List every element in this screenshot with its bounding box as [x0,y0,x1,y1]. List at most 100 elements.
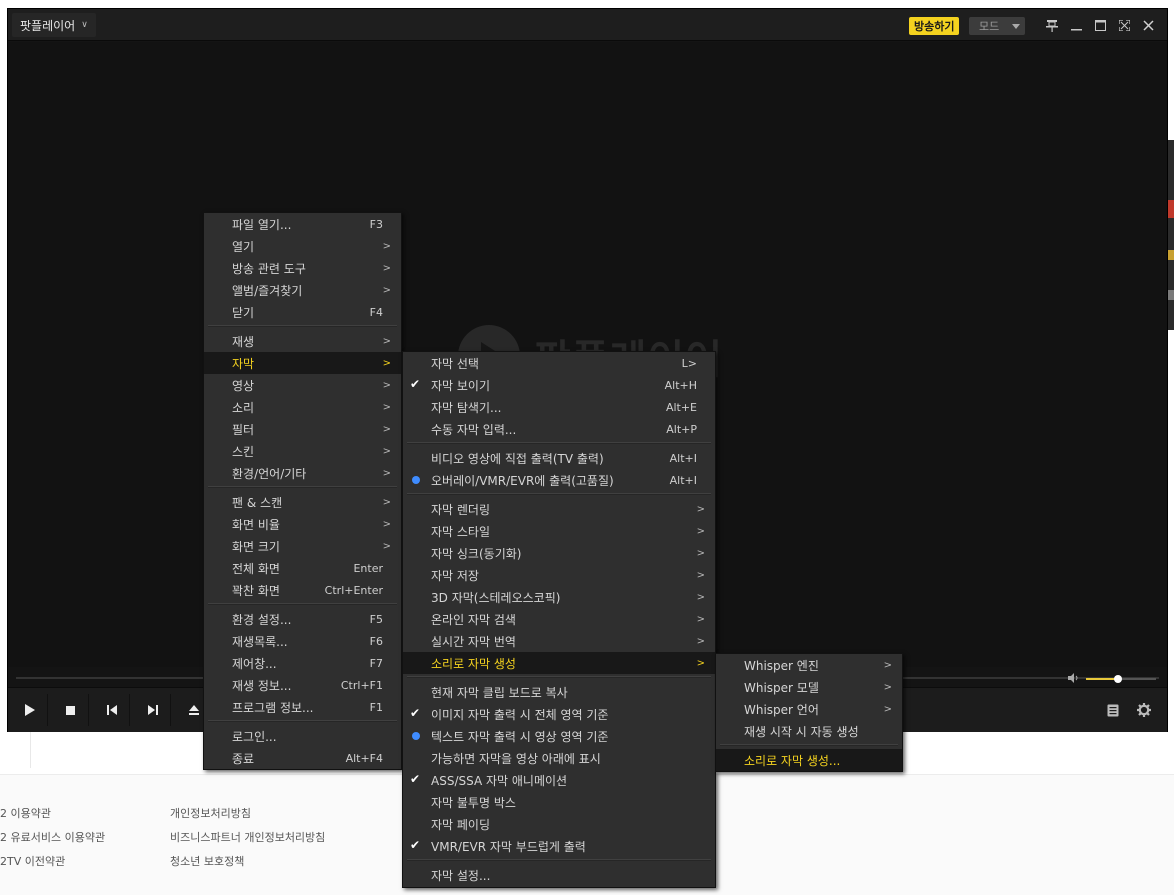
pin-icon[interactable] [1043,16,1061,34]
menu-item-skin[interactable]: 스킨 > [204,440,401,462]
close-icon[interactable] [1139,16,1157,34]
menu-separator [407,676,711,678]
background-divider [30,732,31,768]
volume-slider[interactable] [1086,675,1156,683]
menu-separator [208,325,397,327]
menu-item-control-panel[interactable]: 제어창... F7 [204,652,401,674]
menu-item-fullscreen[interactable]: 전체 화면 Enter [204,557,401,579]
menu-item-fill-screen[interactable]: 꽉찬 화면 Ctrl+Enter [204,579,401,601]
previous-button[interactable] [94,694,130,726]
menu-separator [208,720,397,722]
menu-separator [720,744,898,746]
menu-item-3d-subtitles[interactable]: 3D 자막(스테레오스코픽) > [403,586,715,608]
menu-item-text-subtitle-video-area[interactable]: 텍스트 자막 출력 시 영상 영역 기준 [403,725,715,747]
menu-item-manual-subtitle-input[interactable]: 수동 자막 입력... Alt+P [403,418,715,440]
chevron-down-icon: ∨ [81,20,88,30]
menu-item-show-below-video[interactable]: 가능하면 자막을 영상 아래에 표시 [403,747,715,769]
menu-item-aspect-ratio[interactable]: 화면 비율 > [204,513,401,535]
menu-item-subtitle-settings[interactable]: 자막 설정... [403,864,715,886]
menu-item-open[interactable]: 열기 > [204,235,401,257]
app-menu-button[interactable]: 팟플레이어 ∨ [12,13,96,37]
menu-item-subtitle-sync[interactable]: 자막 싱크(동기화) > [403,542,715,564]
menu-item-broadcast-tools[interactable]: 방송 관련 도구 > [204,257,401,279]
subtitle-submenu: 자막 선택 L> ✔ 자막 보이기 Alt+H 자막 탐색기... Alt+E 수동 자… [402,351,716,888]
menu-separator [208,603,397,605]
menu-item-subtitle-explorer[interactable]: 자막 탐색기... Alt+E [403,396,715,418]
menu-item-whisper-model[interactable]: Whisper 모델 > [716,676,902,698]
menu-item-preferences[interactable]: 환경 설정... F5 [204,608,401,630]
footer-link-paid-terms[interactable]: 2 유료서비스 이용약관 [0,829,105,845]
play-button[interactable] [12,694,48,726]
menu-item-subtitles[interactable]: 자막 > [204,352,401,374]
menu-item-whisper-engine[interactable]: Whisper 엔진 > [716,654,902,676]
menu-item-open-file[interactable]: 파일 열기... F3 [204,213,401,235]
mode-label: 모드 [979,20,1000,33]
next-button[interactable] [135,694,171,726]
footer-link-youth-policy[interactable]: 청소년 보호정책 [170,853,244,869]
menu-item-exit[interactable]: 종료 Alt+F4 [204,747,401,769]
menu-item-auto-generate-on-play[interactable]: 재생 시작 시 자동 생성 [716,720,902,742]
menu-separator [407,442,711,444]
checkmark-icon: ✔ [410,838,421,852]
menu-item-audio[interactable]: 소리 > [204,396,401,418]
menu-item-video[interactable]: 영상 > [204,374,401,396]
menu-item-opaque-box[interactable]: 자막 불투명 박스 [403,791,715,813]
menu-item-subtitle-fading[interactable]: 자막 페이딩 [403,813,715,835]
menu-item-generate-from-audio[interactable]: 소리로 자막 생성 > [403,652,715,674]
footer-link-tv-terms[interactable]: 2TV 이전약관 [0,853,65,869]
menu-item-subtitle-rendering[interactable]: 자막 렌더링 > [403,498,715,520]
minimize-icon[interactable] [1067,16,1085,34]
menu-item-ass-ssa-animation[interactable]: ✔ ASS/SSA 자막 애니메이션 [403,769,715,791]
stop-button[interactable] [53,694,89,726]
checkmark-icon: ✔ [410,706,421,720]
radio-selected-icon [412,732,420,740]
menu-item-generate-subtitles-from-audio[interactable]: 소리로 자막 생성... [716,749,902,771]
menu-item-pan-scan[interactable]: 팬 & 스캔 > [204,491,401,513]
menu-item-login[interactable]: 로그인... [204,725,401,747]
menu-item-playback-info[interactable]: 재생 정보... Ctrl+F1 [204,674,401,696]
footer-link-terms[interactable]: 2 이용약관 [0,805,51,821]
menu-item-subtitle-save[interactable]: 자막 저장 > [403,564,715,586]
menu-item-subtitle-style[interactable]: 자막 스타일 > [403,520,715,542]
volume-icon[interactable] [1068,673,1080,686]
volume-fill [1086,678,1118,680]
menu-separator [407,859,711,861]
whisper-submenu: Whisper 엔진 > Whisper 모델 > Whisper 언어 > 재생 시… [715,653,903,772]
checkmark-icon: ✔ [410,772,421,786]
main-context-menu: 파일 열기... F3 열기 > 방송 관련 도구 > 앨범/즐겨찾기 > 닫기 F4 재… [203,212,402,770]
menu-item-image-subtitle-full-area[interactable]: ✔ 이미지 자막 출력 시 전체 영역 기준 [403,703,715,725]
menu-item-online-subtitle-search[interactable]: 온라인 자막 검색 > [403,608,715,630]
settings-gear-icon[interactable] [1136,702,1152,718]
footer-link-partner-privacy[interactable]: 비즈니스파트너 개인정보처리방침 [170,829,325,845]
menu-item-environment-language[interactable]: 환경/언어/기타 > [204,462,401,484]
fullscreen-icon[interactable] [1115,16,1133,34]
menu-item-show-subtitles[interactable]: ✔ 자막 보이기 Alt+H [403,374,715,396]
footer-link-privacy[interactable]: 개인정보처리방침 [170,805,251,821]
menu-item-screen-size[interactable]: 화면 크기 > [204,535,401,557]
volume-knob[interactable] [1113,675,1122,683]
menu-item-close[interactable]: 닫기 F4 [204,301,401,323]
menu-item-direct-output-tv[interactable]: 비디오 영상에 직접 출력(TV 출력) Alt+I [403,447,715,469]
menu-item-smooth-output[interactable]: ✔ VMR/EVR 자막 부드럽게 출력 [403,835,715,857]
menu-item-program-info[interactable]: 프로그램 정보... F1 [204,696,401,718]
menu-item-whisper-language[interactable]: Whisper 언어 > [716,698,902,720]
playlist-icon[interactable] [1105,702,1121,718]
dropdown-arrow-icon [1012,24,1020,29]
checkmark-icon: ✔ [410,377,421,391]
menu-separator [407,493,711,495]
menu-item-copy-to-clipboard[interactable]: 현재 자막 클립 보드로 복사 [403,681,715,703]
menu-item-overlay-output[interactable]: 오버레이/VMR/EVR에 출력(고품질) Alt+I [403,469,715,491]
mode-dropdown[interactable]: 모드 [969,17,1025,35]
menu-item-playback[interactable]: 재생 > [204,330,401,352]
maximize-icon[interactable] [1091,16,1109,34]
app-title: 팟플레이어 [20,18,76,33]
menu-item-realtime-translation[interactable]: 실시간 자막 번역 > [403,630,715,652]
menu-item-playlist[interactable]: 재생목록... F6 [204,630,401,652]
radio-selected-icon [412,476,420,484]
menu-separator [208,486,397,488]
title-bar: 팟플레이어 ∨ 방송하기 모드 [8,9,1167,41]
menu-item-filter[interactable]: 필터 > [204,418,401,440]
menu-item-subtitle-select[interactable]: 자막 선택 L> [403,352,715,374]
menu-item-album-favorites[interactable]: 앨범/즐겨찾기 > [204,279,401,301]
broadcast-button[interactable]: 방송하기 [909,17,960,35]
